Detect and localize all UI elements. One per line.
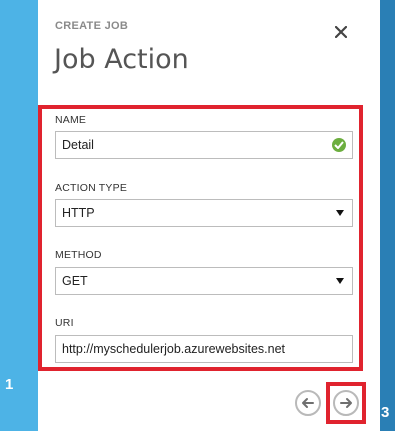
name-label: NAME [55, 114, 87, 126]
wizard-step-rail-left [0, 0, 38, 431]
create-job-dialog: CREATE JOB Job Action NAME Detail ACTION… [38, 0, 380, 431]
action-type-value: HTTP [62, 206, 95, 220]
arrow-right-icon [340, 398, 352, 408]
dialog-title: Job Action [54, 44, 189, 75]
valid-check-icon [332, 138, 346, 152]
back-button[interactable] [295, 390, 321, 416]
arrow-left-icon [302, 398, 314, 408]
uri-label: URI [55, 317, 74, 329]
uri-input[interactable]: http://myschedulerjob.azurewebsites.net [55, 335, 353, 363]
method-select[interactable]: GET [55, 267, 353, 295]
uri-value: http://myschedulerjob.azurewebsites.net [62, 342, 286, 356]
close-icon[interactable] [334, 22, 348, 42]
dropdown-caret-icon [336, 278, 344, 284]
method-value: GET [62, 274, 88, 288]
name-value: Detail [62, 138, 94, 152]
name-input[interactable]: Detail [55, 131, 353, 159]
step-number-3: 3 [381, 404, 390, 421]
dialog-eyebrow: CREATE JOB [55, 20, 129, 32]
action-type-label: ACTION TYPE [55, 182, 128, 194]
action-type-select[interactable]: HTTP [55, 199, 353, 227]
next-button[interactable] [333, 390, 359, 416]
step-number-1: 1 [5, 376, 14, 393]
dropdown-caret-icon [336, 210, 344, 216]
wizard-step-rail-right [380, 0, 395, 431]
method-label: METHOD [55, 249, 102, 261]
